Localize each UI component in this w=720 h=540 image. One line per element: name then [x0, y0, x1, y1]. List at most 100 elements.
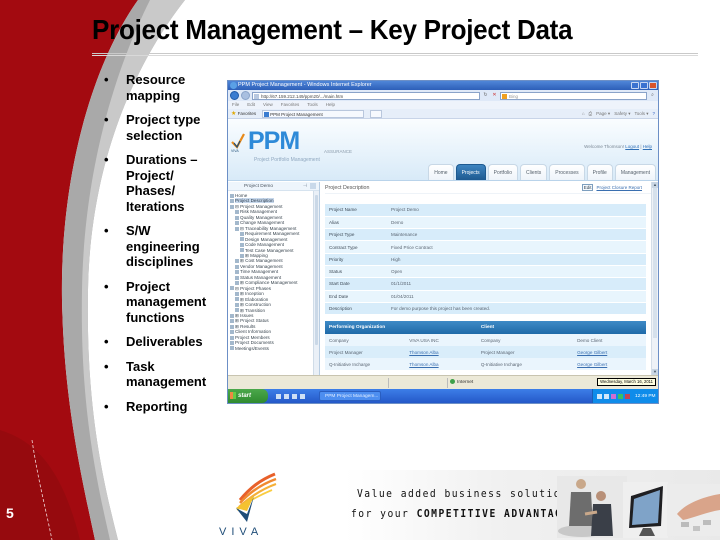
- tree-node-icon: [235, 302, 239, 307]
- tree-scrollbar[interactable]: [313, 191, 319, 375]
- person-link[interactable]: Thomson Alba: [409, 350, 438, 355]
- tab-clients[interactable]: Clients: [519, 164, 548, 180]
- collapse-icon[interactable]: [310, 183, 316, 189]
- tagline-line2: for your COMPETITIVE ADVANTAGE: [351, 508, 570, 520]
- field-value: 01/04/2011: [391, 290, 646, 303]
- close-icon[interactable]: [649, 82, 657, 89]
- tree-node-icon: [235, 215, 239, 220]
- person-link[interactable]: Thomson Alba: [409, 362, 438, 367]
- app-header: VIVA PPM Project Portfolio Management AS…: [228, 119, 658, 181]
- bullet-item: • Task management: [104, 358, 207, 390]
- back-icon[interactable]: [230, 91, 239, 100]
- minimize-icon[interactable]: [631, 82, 639, 89]
- bullet-dot-icon: •: [104, 398, 109, 414]
- field-label: Project Manager: [476, 346, 574, 358]
- refresh-icon[interactable]: ↻: [482, 92, 489, 99]
- organization-table: Performing Organization Client Company VIVA…: [325, 321, 646, 370]
- tab-profile[interactable]: Profile: [586, 164, 613, 180]
- bullet-dot-icon: •: [104, 112, 109, 127]
- content-scroll-thumb[interactable]: [653, 188, 657, 338]
- tray-icon[interactable]: [618, 393, 623, 399]
- column-header: [573, 321, 646, 334]
- safety-menu[interactable]: Safety ▾: [614, 109, 630, 119]
- tab-processes[interactable]: Processes: [549, 164, 585, 180]
- content-scrollbar[interactable]: ▲ ▼: [651, 182, 658, 375]
- bullet-list: • Resource mapping • Project type selectio…: [104, 72, 224, 423]
- menu-view[interactable]: View: [263, 101, 273, 109]
- field-label: Q-Initiative Incharge: [476, 358, 574, 370]
- tray-icon[interactable]: [611, 393, 616, 399]
- person-link[interactable]: George Gilbert: [577, 362, 607, 367]
- taskbar-ie-button[interactable]: PPM Project Managem...: [319, 391, 381, 401]
- hand-puzzle-photo: [667, 484, 720, 536]
- field-value: George Gilbert: [573, 358, 646, 370]
- print-icon[interactable]: ⎙: [589, 109, 593, 119]
- field-value: Demo: [391, 216, 646, 230]
- tools-menu[interactable]: Tools ▾: [634, 109, 648, 119]
- status-separators: [388, 378, 448, 388]
- favorites-button[interactable]: ★ Favorites: [231, 110, 256, 117]
- app-body: Project Demo ⊣ Home Project Description ⊟ …: [228, 182, 658, 375]
- tree-node-icon: [240, 237, 244, 242]
- menu-file[interactable]: File: [232, 101, 239, 109]
- tree-scroll-thumb[interactable]: [315, 195, 318, 345]
- window-controls: [631, 82, 657, 89]
- search-input[interactable]: Bing: [500, 91, 647, 100]
- quicklaunch-icon[interactable]: [300, 393, 305, 399]
- maximize-icon[interactable]: [640, 82, 648, 89]
- page-icon: [254, 93, 259, 99]
- bullet-dot-icon: •: [104, 152, 109, 167]
- quicklaunch-icon[interactable]: [276, 393, 281, 399]
- quicklaunch-icon[interactable]: [292, 393, 297, 399]
- viva-logo: VIVA: [219, 472, 277, 538]
- help-link[interactable]: Help: [643, 144, 652, 149]
- stop-icon[interactable]: ✕: [491, 92, 498, 99]
- main-tabs: Home Projects Portfolio Clients Processes Pro…: [428, 164, 656, 180]
- pin-icon[interactable]: ⊣: [303, 182, 307, 191]
- start-button[interactable]: start: [228, 389, 268, 403]
- column-header: Performing Organization: [325, 321, 406, 334]
- tray-icon[interactable]: [625, 393, 630, 399]
- menu-favorites[interactable]: Favorites: [281, 101, 300, 109]
- closure-report-link[interactable]: Project Closure Report: [596, 185, 642, 190]
- table-header-row: Performing Organization Client: [325, 321, 646, 334]
- tree-node-icon: [230, 346, 234, 351]
- tab-projects[interactable]: Projects: [455, 164, 486, 180]
- tree-node-icon: [230, 319, 234, 324]
- browser-tab[interactable]: PPM Project Management: [262, 109, 365, 118]
- forward-icon[interactable]: [241, 91, 250, 100]
- field-value: George Gilbert: [573, 346, 646, 358]
- field-value: Thomson Alba: [405, 358, 477, 370]
- table-row: Project Manager Thomson Alba Project Manag…: [325, 346, 646, 358]
- logout-link[interactable]: Logout: [625, 144, 639, 149]
- home-icon[interactable]: ⌂: [582, 109, 585, 119]
- column-header: Client: [476, 321, 574, 334]
- edit-button[interactable]: Edit: [581, 184, 594, 191]
- field-label: Start Date: [325, 277, 391, 291]
- content-actions: Edit Project Closure Report: [581, 184, 642, 191]
- field-value: Fixed Price Contract: [391, 240, 646, 254]
- menu-edit[interactable]: Edit: [247, 101, 255, 109]
- address-input[interactable]: http://67.159.212.149/ppm20/.../main.htm: [252, 91, 480, 100]
- menu-tools[interactable]: Tools: [307, 101, 318, 109]
- quicklaunch-icon[interactable]: [284, 393, 289, 399]
- menu-help[interactable]: Help: [326, 101, 335, 109]
- tree-node-icon: [235, 291, 239, 296]
- field-value: For demo purpose this project has been c…: [391, 302, 646, 316]
- table-row: Contract Type Fixed Price Contract: [325, 240, 646, 254]
- help-icon[interactable]: ?: [652, 109, 655, 119]
- field-value: VIVA USA INC: [405, 334, 477, 346]
- person-link[interactable]: George Gilbert: [577, 350, 607, 355]
- new-tab-button[interactable]: [370, 109, 383, 118]
- tray-icon[interactable]: [597, 393, 602, 399]
- bullet-item: • Durations – Project/ Phases/ Iterations: [104, 152, 198, 214]
- field-label: Q-Initiative Incharge: [325, 358, 406, 370]
- tree-item[interactable]: Meetings/Events: [228, 346, 319, 351]
- search-icon[interactable]: ⌕: [649, 92, 656, 99]
- tab-management[interactable]: Management: [614, 164, 656, 180]
- tab-portfolio[interactable]: Portfolio: [487, 164, 518, 180]
- tab-home[interactable]: Home: [428, 164, 454, 180]
- welcome-area: Welcome Thomson! Logout | Help: [584, 144, 652, 149]
- tray-icon[interactable]: [604, 393, 609, 399]
- page-menu[interactable]: Page ▾: [596, 109, 610, 119]
